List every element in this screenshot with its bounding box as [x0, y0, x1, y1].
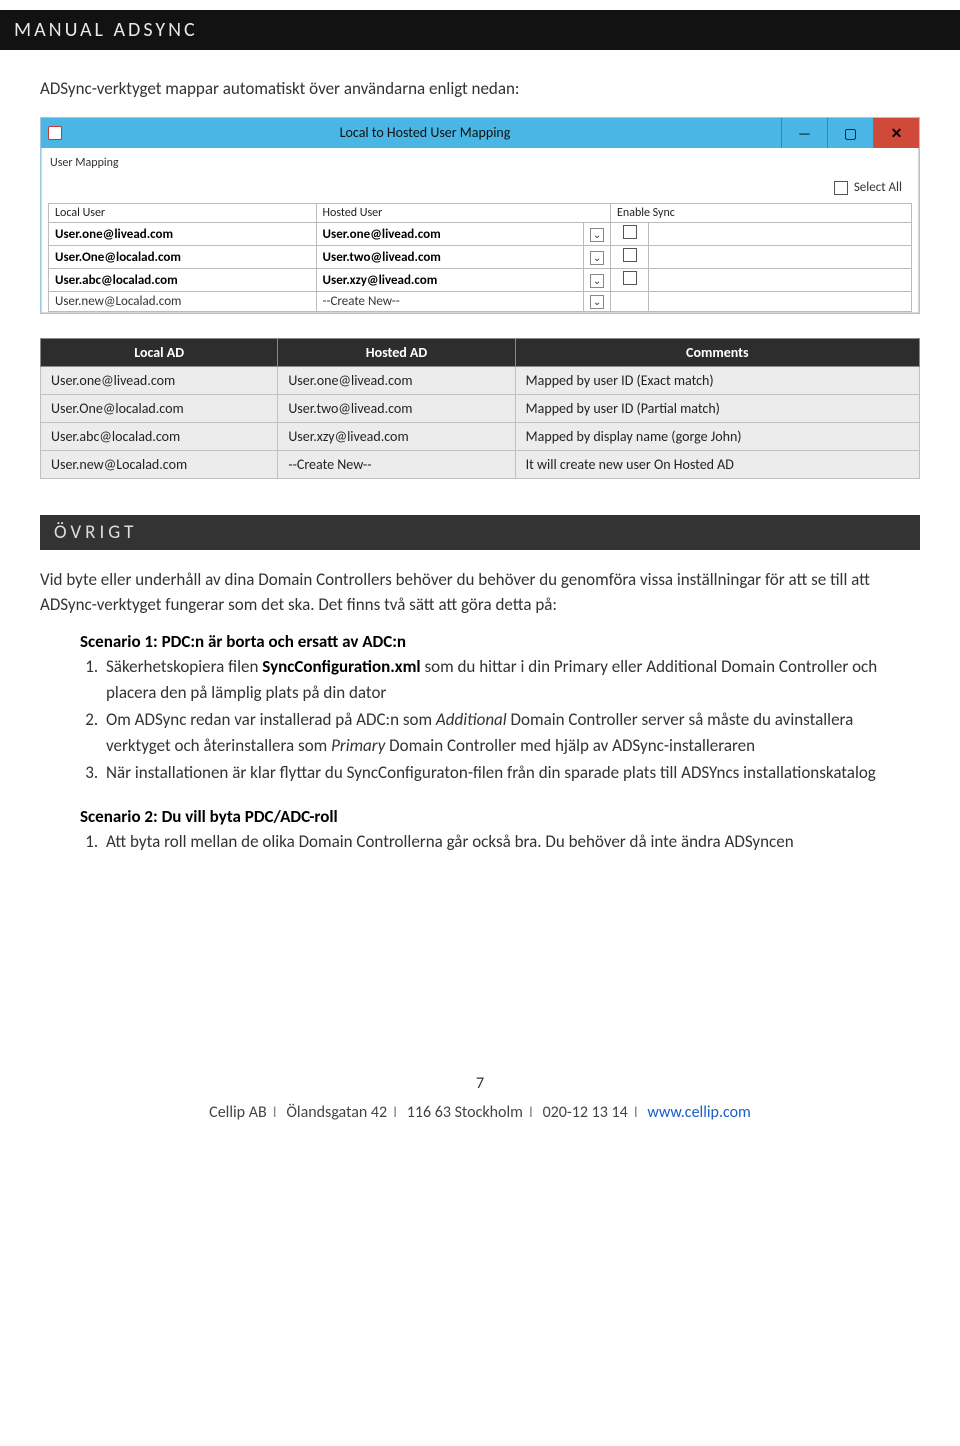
list-item: Säkerhetskopiera filen SyncConfiguration… — [102, 654, 920, 705]
body-paragraph: Vid byte eller underhåll av dina Domain … — [40, 568, 920, 617]
scenario2-title: Scenario 2: Du vill byta PDC/ADC-roll — [80, 806, 920, 827]
footer-link[interactable]: www.cellip.com — [647, 1103, 751, 1122]
col-local-ad: Local AD — [41, 339, 278, 367]
enable-sync-checkbox[interactable] — [623, 225, 637, 239]
page-number: 7 — [40, 1074, 920, 1093]
footer-phone: 020-12 13 14 — [543, 1103, 628, 1122]
intro-text: ADSync-verktyget mappar automatiskt över… — [40, 78, 920, 99]
app-icon — [41, 118, 69, 148]
enable-sync-checkbox[interactable] — [623, 248, 637, 262]
cell-local: User.one@livead.com — [49, 223, 317, 246]
footer-address1: Ölandsgatan 42 — [286, 1103, 387, 1122]
cell-local: User.new@Localad.com — [49, 292, 317, 312]
window-title: Local to Hosted User Mapping — [69, 118, 781, 148]
select-all-label: Select All — [854, 180, 902, 195]
table-row: User.abc@localad.com User.xzy@livead.com… — [41, 423, 920, 451]
enable-sync-checkbox[interactable] — [623, 271, 637, 285]
col-hosted-ad: Hosted AD — [278, 339, 515, 367]
tab-user-mapping[interactable]: User Mapping — [48, 154, 912, 176]
titlebar: Local to Hosted User Mapping — ▢ ✕ — [41, 118, 919, 148]
cell-hosted: User.xzy@livead.com — [316, 269, 584, 292]
dropdown-icon[interactable]: ⌄ — [590, 251, 604, 265]
mapping-grid: Local User Hosted User Enable Sync User.… — [48, 203, 912, 312]
scenario2-steps: Att byta roll mellan de olika Domain Con… — [102, 829, 920, 855]
select-all-checkbox[interactable] — [834, 181, 848, 195]
cell-hosted: User.two@livead.com — [316, 246, 584, 269]
minimize-button[interactable]: — — [781, 118, 827, 148]
section-heading: ÖVRIGT — [40, 515, 920, 550]
list-item: När installationen är klar flyttar du Sy… — [102, 760, 920, 786]
list-item: Om ADSync redan var installerad på ADC:n… — [102, 707, 920, 758]
table-row: User.one@livead.com User.one@livead.com … — [49, 223, 912, 246]
app-window: Local to Hosted User Mapping — ▢ ✕ User … — [40, 117, 920, 314]
table-row: User.new@Localad.com --Create New-- It w… — [41, 451, 920, 479]
list-item: Att byta roll mellan de olika Domain Con… — [102, 829, 920, 855]
col-hosted-user: Hosted User — [316, 204, 611, 223]
cell-hosted: --Create New-- — [316, 292, 584, 312]
footer-address2: 116 63 Stockholm — [407, 1103, 523, 1122]
close-button[interactable]: ✕ — [873, 118, 919, 148]
table-row: User.one@livead.com User.one@livead.com … — [41, 367, 920, 395]
col-enable-sync: Enable Sync — [611, 204, 912, 223]
cell-hosted: User.one@livead.com — [316, 223, 584, 246]
col-local-user: Local User — [49, 204, 317, 223]
dropdown-icon[interactable]: ⌄ — [590, 295, 604, 309]
dropdown-icon[interactable]: ⌄ — [590, 274, 604, 288]
table-row: User.new@Localad.com --Create New-- ⌄ — [49, 292, 912, 312]
table-row: User.One@localad.com User.two@livead.com… — [49, 246, 912, 269]
footer-company: Cellip AB — [209, 1103, 267, 1122]
col-comments: Comments — [515, 339, 919, 367]
explanation-table: Local AD Hosted AD Comments User.one@liv… — [40, 338, 920, 479]
cell-local: User.abc@localad.com — [49, 269, 317, 292]
scenario1-steps: Säkerhetskopiera filen SyncConfiguration… — [102, 654, 920, 786]
maximize-button[interactable]: ▢ — [827, 118, 873, 148]
table-row: User.abc@localad.com User.xzy@livead.com… — [49, 269, 912, 292]
table-row: User.One@localad.com User.two@livead.com… — [41, 395, 920, 423]
cell-local: User.One@localad.com — [49, 246, 317, 269]
page-header: MANUAL ADSYNC — [0, 10, 960, 50]
scenario1-title: Scenario 1: PDC:n är borta och ersatt av… — [80, 631, 920, 652]
footer: Cellip ABI Ölandsgatan 42I 116 63 Stockh… — [40, 1103, 920, 1122]
dropdown-icon[interactable]: ⌄ — [590, 228, 604, 242]
